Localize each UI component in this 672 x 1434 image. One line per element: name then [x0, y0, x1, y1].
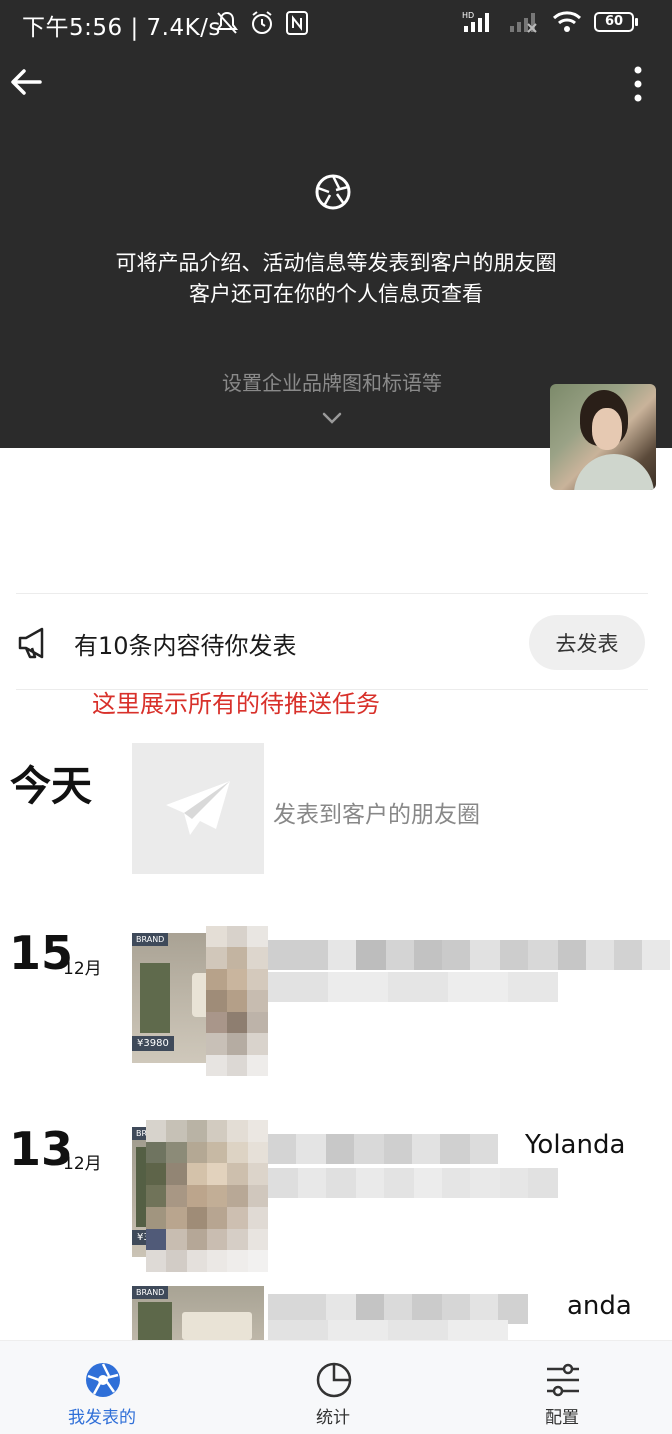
pixelated-text	[268, 972, 558, 1002]
header-panel: 下午5:56 | 7.4K/s HD 60 可将产品介绍、活动信息等发表到客户的…	[0, 0, 672, 448]
wifi-icon	[552, 11, 582, 32]
avatar[interactable]	[550, 384, 656, 490]
intro-line-2: 客户还可在你的个人信息页查看	[189, 282, 483, 306]
pixelated-text	[268, 1134, 498, 1164]
tab-statistics[interactable]: 统计	[273, 1341, 393, 1434]
alarm-icon	[252, 11, 272, 34]
publish-to-moments-thumb[interactable]	[132, 743, 264, 874]
divider	[16, 593, 648, 594]
chevron-down-icon[interactable]	[321, 411, 343, 425]
pixelated-image	[146, 1120, 268, 1272]
brand-tag: BRAND	[132, 1286, 169, 1299]
clock-icon	[316, 1362, 352, 1398]
tab-my-posts[interactable]: 我发表的	[42, 1341, 162, 1434]
today-label: 今天	[10, 762, 92, 810]
aperture-icon	[315, 174, 351, 210]
price-tag: ¥3980	[132, 1036, 174, 1051]
entry-month: 12月	[63, 959, 102, 979]
status-icons-right: HD 60	[462, 10, 638, 34]
tab-label: 统计	[316, 1408, 350, 1428]
post-author: Yolanda	[525, 1130, 626, 1160]
battery-level: 60	[594, 12, 634, 32]
tab-label: 我发表的	[68, 1408, 136, 1428]
status-time: 下午5:56 | 7.4K/s	[22, 15, 221, 41]
pending-banner: 有10条内容待你发表 去发表	[0, 612, 672, 674]
pixelated-text	[268, 1168, 558, 1198]
tab-configuration[interactable]: 配置	[502, 1341, 622, 1434]
post-thumbnail[interactable]: BRAND	[132, 1286, 264, 1340]
sliders-icon	[547, 1363, 579, 1397]
paper-plane-icon	[166, 781, 230, 835]
pixelated-text	[268, 940, 670, 970]
bottom-tab-bar: 我发表的 统计 配置	[0, 1340, 672, 1434]
intro-text: 可将产品介绍、活动信息等发表到客户的朋友圈 客户还可在你的个人信息页查看	[0, 248, 672, 310]
aperture-icon	[86, 1363, 120, 1397]
status-bar: 下午5:56 | 7.4K/s HD 60	[0, 0, 672, 48]
tab-label: 配置	[545, 1408, 579, 1428]
more-menu-icon[interactable]	[626, 64, 650, 104]
pending-count-text: 有10条内容待你发表	[74, 632, 297, 660]
go-publish-button[interactable]: 去发表	[529, 615, 645, 670]
publish-to-moments-text[interactable]: 发表到客户的朋友圈	[273, 795, 480, 829]
megaphone-icon	[18, 627, 44, 659]
battery-indicator: 60	[594, 12, 638, 32]
status-icons-left	[215, 10, 309, 36]
back-arrow-icon[interactable]	[8, 64, 44, 100]
post-author: anda	[567, 1291, 632, 1321]
nfc-icon	[286, 11, 308, 35]
entry-month: 12月	[63, 1154, 102, 1174]
signal-hd-icon: HD	[462, 11, 489, 32]
pixelated-text	[268, 1320, 508, 1340]
annotation-note: 这里展示所有的待推送任务	[92, 690, 380, 718]
intro-line-1: 可将产品介绍、活动信息等发表到客户的朋友圈	[115, 251, 557, 275]
signal-off-icon	[510, 13, 537, 33]
network-label: HD	[462, 11, 474, 20]
brand-tag: BRAND	[132, 933, 169, 946]
mute-bell-icon	[216, 11, 238, 34]
pixelated-image	[206, 926, 268, 1076]
